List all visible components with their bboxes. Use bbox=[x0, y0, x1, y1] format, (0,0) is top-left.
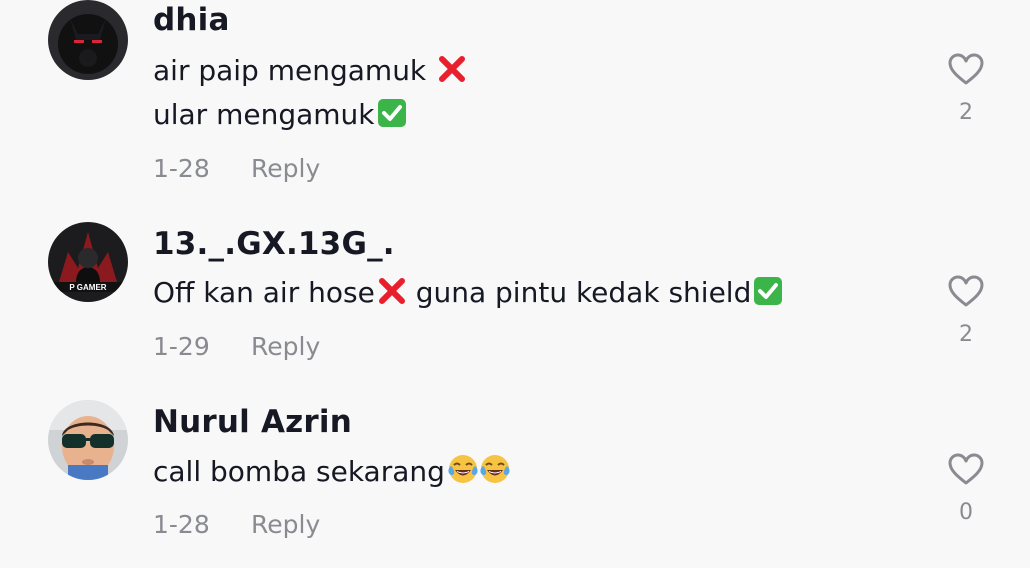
comment-text-line: call bomba sekarang bbox=[153, 453, 511, 492]
check-mark-button-icon bbox=[377, 98, 407, 135]
avatar[interactable] bbox=[48, 0, 128, 80]
face-with-tears-of-joy-icon bbox=[479, 453, 511, 492]
face-with-tears-of-joy-icon bbox=[447, 453, 479, 492]
heart-outline-icon bbox=[946, 52, 986, 86]
avatar[interactable] bbox=[48, 400, 128, 480]
cross-mark-icon bbox=[377, 276, 407, 313]
child-with-sunglasses-avatar-icon bbox=[48, 400, 128, 480]
like-button[interactable]: 2 bbox=[946, 52, 986, 125]
reply-button[interactable]: Reply bbox=[251, 510, 320, 539]
check-mark-button-icon bbox=[753, 276, 783, 313]
comment-text: guna pintu kedak shield bbox=[406, 276, 752, 309]
comment-text-line: ular mengamuk bbox=[153, 98, 407, 135]
comment-date: 1-28 bbox=[153, 154, 210, 183]
heart-outline-icon bbox=[946, 274, 986, 308]
comment-text: ular mengamuk bbox=[153, 98, 375, 131]
svg-text:P GAMER: P GAMER bbox=[69, 283, 106, 292]
comment-text: call bomba sekarang bbox=[153, 455, 445, 488]
comment-text: Off kan air hose bbox=[153, 276, 375, 309]
gamer-logo-avatar-icon: P GAMER bbox=[48, 222, 128, 302]
comment-username[interactable]: 13._.GX.13G_. bbox=[153, 226, 395, 262]
comment-date: 1-28 bbox=[153, 510, 210, 539]
avatar[interactable]: P GAMER bbox=[48, 222, 128, 302]
reply-button[interactable]: Reply bbox=[251, 154, 320, 183]
comment-text-line: air paip mengamuk bbox=[153, 54, 467, 91]
comment-username[interactable]: Nurul Azrin bbox=[153, 404, 352, 440]
comment-date: 1-29 bbox=[153, 332, 210, 361]
comment-meta: 1-28 Reply bbox=[153, 154, 320, 183]
like-button[interactable]: 2 bbox=[946, 274, 986, 347]
like-count: 2 bbox=[959, 100, 973, 125]
comment-text: air paip mengamuk bbox=[153, 54, 427, 87]
like-button[interactable]: 0 bbox=[946, 452, 986, 525]
cross-mark-icon bbox=[437, 54, 467, 91]
comment-meta: 1-28 Reply bbox=[153, 510, 320, 539]
like-count: 0 bbox=[959, 500, 973, 525]
reply-button[interactable]: Reply bbox=[251, 332, 320, 361]
heart-outline-icon bbox=[946, 452, 986, 486]
dark-masked-figure-avatar-icon bbox=[48, 0, 128, 80]
comment-username[interactable]: dhia bbox=[153, 2, 230, 38]
comment-meta: 1-29 Reply bbox=[153, 332, 320, 361]
comment-text-line: Off kan air hose guna pintu kedak shield bbox=[153, 276, 783, 313]
like-count: 2 bbox=[959, 322, 973, 347]
